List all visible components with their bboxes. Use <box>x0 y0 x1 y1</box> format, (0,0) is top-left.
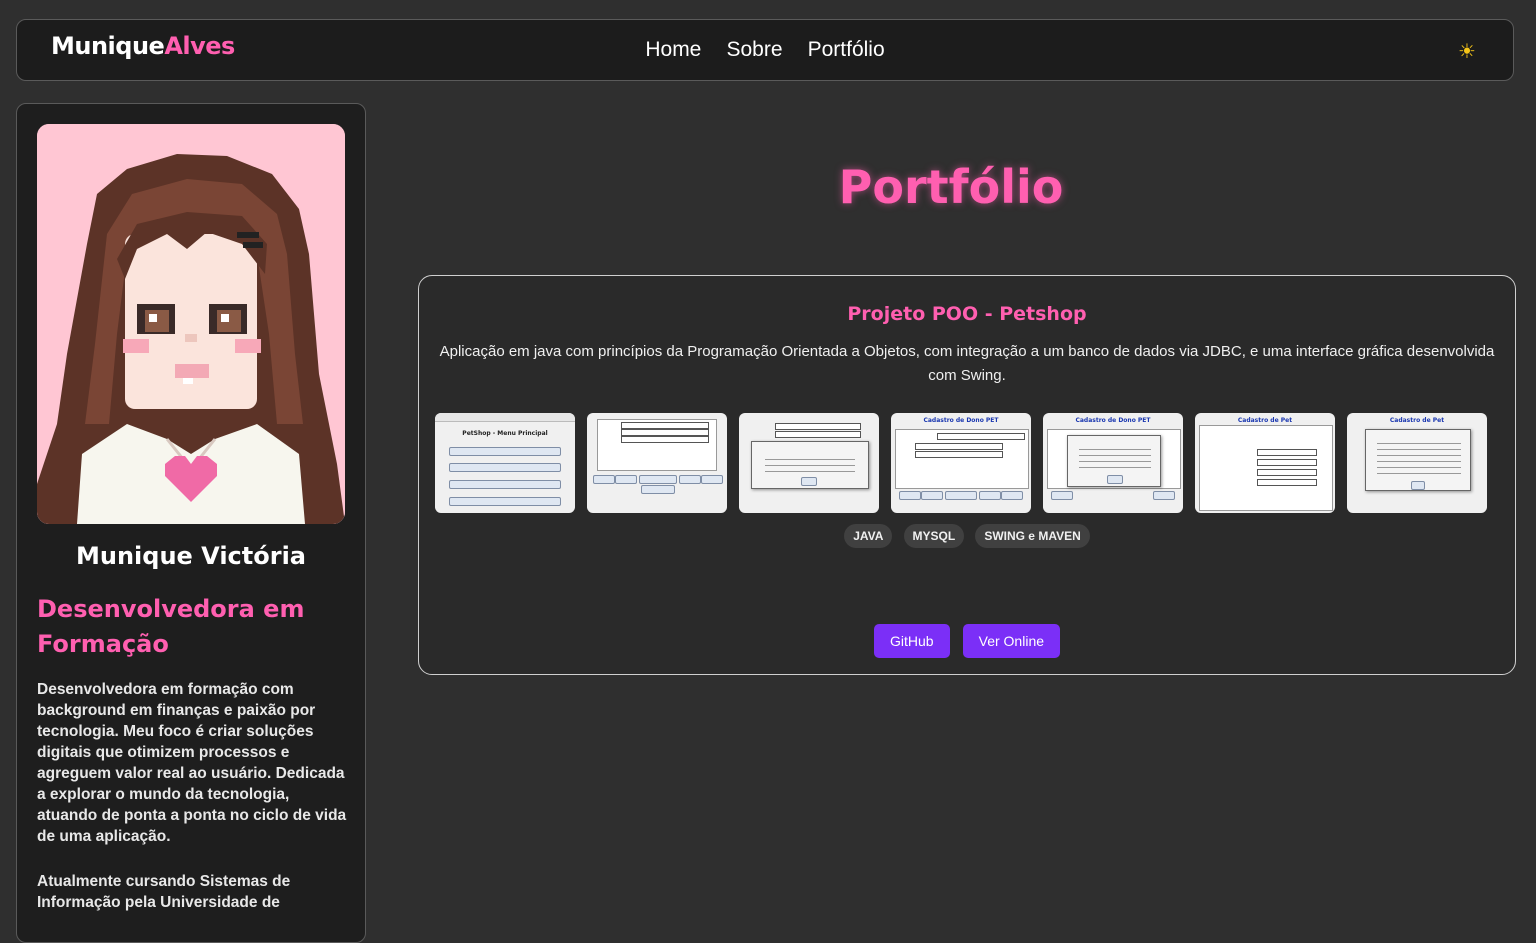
profile-name: Munique Victória <box>75 542 306 570</box>
screenshot-text-line <box>1377 473 1461 474</box>
screenshot-button <box>1411 481 1425 490</box>
pixel-portrait <box>37 124 345 524</box>
screenshot-text-line <box>765 465 855 466</box>
screenshot-field <box>1257 469 1317 476</box>
screenshot-owner-title: Cadastro de Dono PET <box>1075 417 1151 424</box>
project-card: Projeto POO - Petshop Aplicação em java … <box>418 275 1516 675</box>
screenshot-button <box>1153 491 1175 500</box>
project-gallery: PetShop - Menu Principal Cadastro de Don… <box>435 413 1495 513</box>
tech-tags: JAVA MYSQL SWING e MAVEN <box>419 524 1515 548</box>
sun-icon[interactable]: ☀ <box>1455 39 1479 63</box>
screenshot-window <box>1199 425 1333 511</box>
screenshot-button <box>1051 491 1073 500</box>
screenshot-field <box>1257 459 1317 466</box>
github-button[interactable]: GitHub <box>873 624 950 658</box>
screenshot-text-line <box>1377 461 1461 462</box>
screenshot-field <box>915 451 1003 458</box>
screenshot-button <box>701 475 723 484</box>
screenshot-text-line <box>1079 455 1151 456</box>
screenshot-menu-title: PetShop - Menu Principal <box>462 430 548 437</box>
screenshot-button <box>593 475 615 484</box>
tag-mysql: MYSQL <box>903 524 965 548</box>
project-screenshot[interactable]: Cadastro de Pet <box>1195 413 1335 513</box>
nav-home[interactable]: Home <box>645 38 701 62</box>
screenshot-pet-title: Cadastro de Pet <box>1237 417 1293 424</box>
screenshot-button <box>449 497 561 506</box>
screenshot-button <box>1001 491 1023 500</box>
screenshot-text-line <box>1377 449 1461 450</box>
project-screenshot[interactable]: Cadastro de Dono PET <box>891 413 1031 513</box>
screenshot-text-line <box>1377 443 1461 444</box>
screenshot-button <box>1107 475 1123 484</box>
screenshot-owner-title: Cadastro de Dono PET <box>923 417 999 424</box>
profile-bio: Desenvolvedora em formação com backgroun… <box>37 679 353 937</box>
profile-avatar <box>37 124 345 524</box>
screenshot-field <box>1257 479 1317 486</box>
screenshot-text-line <box>1079 467 1151 468</box>
view-online-button[interactable]: Ver Online <box>962 624 1061 658</box>
tag-swing-maven: SWING e MAVEN <box>975 524 1090 548</box>
screenshot-button <box>615 475 637 484</box>
profile-bio-paragraph: Desenvolvedora em formação com backgroun… <box>37 681 347 845</box>
nav-sobre[interactable]: Sobre <box>726 38 782 62</box>
tag-java: JAVA <box>844 524 893 548</box>
screenshot-field <box>775 423 861 430</box>
profile-role: Desenvolvedora em Formação <box>37 595 305 658</box>
project-screenshot[interactable]: Cadastro de Dono PET <box>1043 413 1183 513</box>
project-screenshot[interactable] <box>739 413 879 513</box>
project-screenshot[interactable]: PetShop - Menu Principal <box>435 413 575 513</box>
screenshot-field <box>937 433 1025 440</box>
screenshot-field <box>1257 449 1317 456</box>
screenshot-button <box>945 491 977 500</box>
page-title: Portfólio <box>838 160 1064 214</box>
project-screenshot[interactable]: Cadastro de Pet <box>1347 413 1487 513</box>
screenshot-text-line <box>1377 455 1461 456</box>
main-nav: Home Sobre Portfólio <box>17 38 1513 62</box>
project-description: Aplicação em java com princípios da Prog… <box>439 343 1495 384</box>
screenshot-button <box>679 475 701 484</box>
window-titlebar <box>435 413 575 422</box>
site-header: MuniqueAlves Home Sobre Portfólio ☀ <box>16 19 1514 81</box>
screenshot-text-line <box>1377 467 1461 468</box>
profile-bio-paragraph: Atualmente cursando Sistemas de Informaç… <box>37 873 291 911</box>
project-actions: GitHub Ver Online <box>419 624 1515 658</box>
screenshot-button <box>979 491 1001 500</box>
screenshot-button <box>899 491 921 500</box>
screenshot-field <box>915 443 1003 450</box>
project-screenshot[interactable] <box>587 413 727 513</box>
screenshot-pet-title: Cadastro de Pet <box>1389 417 1445 424</box>
nav-portfolio[interactable]: Portfólio <box>808 38 885 62</box>
screenshot-text-line <box>765 471 855 472</box>
screenshot-field <box>775 431 861 438</box>
screenshot-button <box>449 447 561 456</box>
screenshot-text-line <box>1079 461 1151 462</box>
screenshot-text-line <box>1079 449 1151 450</box>
screenshot-button <box>449 480 561 489</box>
screenshot-text-line <box>765 459 855 460</box>
screenshot-button <box>641 485 675 494</box>
screenshot-button <box>921 491 943 500</box>
screenshot-field <box>621 436 709 443</box>
screenshot-field <box>621 422 709 429</box>
screenshot-button <box>639 475 677 484</box>
screenshot-button <box>801 477 817 486</box>
screenshot-field <box>621 429 709 436</box>
screenshot-button <box>449 463 561 472</box>
profile-sidebar: Munique Victória Desenvolvedora em Forma… <box>16 103 366 943</box>
project-title: Projeto POO - Petshop <box>847 303 1087 325</box>
